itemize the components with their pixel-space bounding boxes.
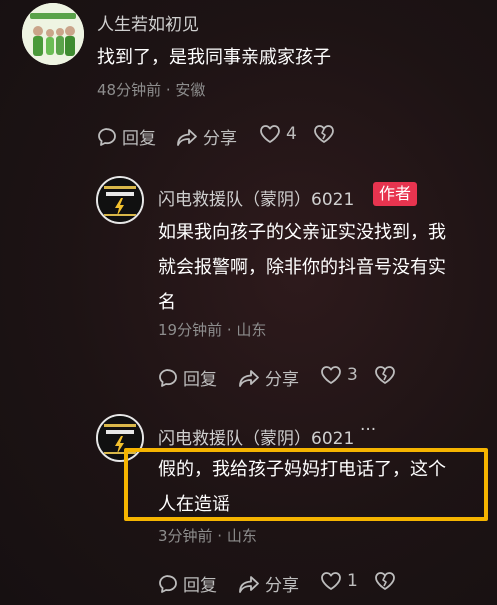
reply-button[interactable]: 回复 [97,124,156,149]
like-button[interactable]: 3 [320,365,358,385]
comment-meta: 3分钟前 · 山东 [158,527,257,545]
share-label: 分享 [203,129,237,149]
more-options-icon[interactable]: ··· [360,420,376,440]
broken-heart-icon [375,572,395,590]
highlight-box [124,448,488,521]
share-button[interactable]: 分享 [238,365,299,390]
reply-button[interactable]: 回复 [158,571,217,596]
lightning-badge-icon [98,178,142,222]
comment-username[interactable]: 闪电救援队（蒙阴）6021 [158,424,354,449]
like-button[interactable]: 1 [320,571,358,591]
reply-icon [159,574,177,593]
reply-label: 回复 [122,129,156,149]
like-count: 1 [347,571,358,591]
heart-icon [260,125,280,143]
broken-heart-icon [375,366,395,384]
comment-text-line: 就会报警啊，除非你的抖音号没有实 [158,257,446,278]
share-button[interactable]: 分享 [238,571,299,596]
comment-username[interactable]: 闪电救援队（蒙阴）6021 [158,185,354,210]
dislike-button[interactable] [374,365,396,385]
author-badge: 作者 [373,182,418,206]
like-count: 4 [286,124,297,144]
share-button[interactable]: 分享 [176,124,237,149]
comment-text-line: 如果我向孩子的父亲证实没找到，我 [158,222,446,243]
comment-meta: 19分钟前 · 山东 [158,321,267,339]
reply-icon [98,127,116,146]
dislike-button[interactable] [374,571,396,591]
heart-icon [321,366,341,384]
comment-meta: 48分钟前 · 安徽 [97,81,206,99]
family-photo-icon [22,3,84,65]
comment-username[interactable]: 人生若如初见 [97,10,199,35]
user-avatar[interactable] [22,3,84,65]
author-avatar[interactable] [96,176,144,224]
comment-text: 如果我向孩子的父亲证实没找到，我 就会报警啊，除非你的抖音号没有实 名 [158,215,446,320]
reply-label: 回复 [183,370,217,390]
heart-icon [321,572,341,590]
dislike-button[interactable] [313,124,335,144]
reply-label: 回复 [183,576,217,596]
share-icon [177,128,197,146]
share-icon [239,575,259,593]
comment-text-line: 名 [158,292,176,313]
comment-text: 找到了，是我同事亲戚家孩子 [97,47,331,68]
like-count: 3 [347,365,358,385]
share-icon [239,369,259,387]
like-button[interactable]: 4 [259,124,297,144]
share-label: 分享 [265,370,299,390]
reply-icon [159,368,177,387]
reply-button[interactable]: 回复 [158,365,217,390]
broken-heart-icon [314,125,334,143]
share-label: 分享 [265,576,299,596]
